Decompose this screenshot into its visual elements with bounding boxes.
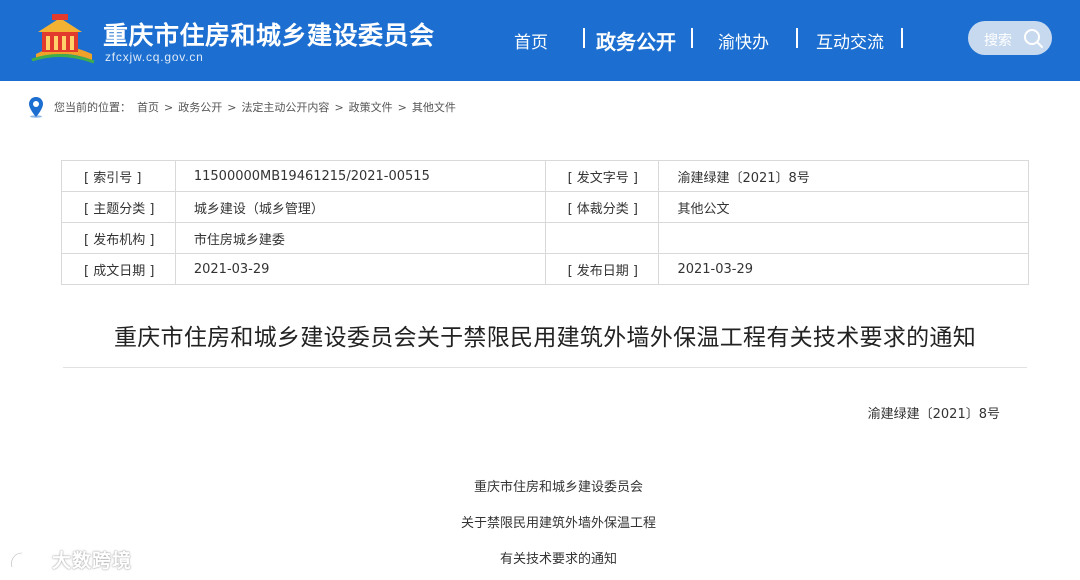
breadcrumb-item-other-documents[interactable]: 其他文件 bbox=[412, 99, 456, 115]
search-button[interactable]: 搜索 bbox=[968, 21, 1052, 55]
meta-label-index-number: [ 索引号 ] bbox=[61, 160, 176, 192]
table-row: [ 索引号 ] 11500000MB19461215/2021-00515 [ … bbox=[61, 160, 1029, 192]
meta-value-empty bbox=[658, 222, 1029, 254]
meta-label-genre: [ 体裁分类 ] bbox=[544, 191, 660, 223]
document-number: 渝建绿建〔2021〕8号 bbox=[867, 407, 1000, 422]
nav-separator bbox=[796, 28, 798, 48]
nav-separator bbox=[583, 28, 585, 48]
body-line: 关于禁限民用建筑外墙外保温工程 bbox=[460, 516, 656, 531]
meta-value-topic: 城乡建设（城乡管理） bbox=[174, 191, 546, 223]
article-title: 重庆市住房和城乡建设委员会关于禁限民用建筑外墙外保温工程有关技术要求的通知 bbox=[113, 325, 977, 351]
breadcrumb-separator: > bbox=[397, 100, 407, 114]
location-pin-icon bbox=[29, 97, 43, 118]
meta-label-document-number: [ 发文字号 ] bbox=[544, 160, 660, 192]
meta-value-document-number: 渝建绿建〔2021〕8号 bbox=[658, 160, 1029, 192]
meta-value-index-number: 11500000MB19461215/2021-00515 bbox=[174, 160, 546, 192]
breadcrumb-item-government-affairs[interactable]: 政务公开 bbox=[178, 99, 222, 115]
breadcrumb-separator: > bbox=[227, 100, 237, 114]
breadcrumb-item-policy-documents[interactable]: 政策文件 bbox=[349, 99, 393, 115]
meta-value-publisher: 市住房城乡建委 bbox=[174, 222, 546, 254]
meta-value-publish-date: 2021-03-29 bbox=[658, 253, 1029, 285]
table-row: [ 主题分类 ] 城乡建设（城乡管理） [ 体裁分类 ] 其他公文 bbox=[61, 191, 1029, 223]
meta-label-written-date: [ 成文日期 ] bbox=[61, 253, 176, 285]
search-label: 搜索 bbox=[984, 33, 1012, 49]
nav-item-home[interactable]: 首页 bbox=[514, 28, 548, 53]
breadcrumb-prefix: 您当前的位置： bbox=[54, 101, 131, 114]
site-header: 重庆市住房和城乡建设委员会 zfcxjw.cq.gov.cn 首页 政务公开 渝… bbox=[0, 0, 1080, 81]
table-row: [ 发布机构 ] 市住房城乡建委 bbox=[61, 222, 1029, 254]
nav-separator bbox=[901, 28, 903, 48]
nav-separator bbox=[691, 28, 693, 48]
watermark-text: 大数跨境 bbox=[52, 550, 133, 572]
nav-item-interaction[interactable]: 互动交流 bbox=[816, 28, 884, 53]
document-metadata-table: [ 索引号 ] 11500000MB19461215/2021-00515 [ … bbox=[61, 160, 1029, 285]
search-icon bbox=[1024, 29, 1043, 48]
breadcrumb: 您当前的位置： 首页 > 政务公开 > 法定主动公开内容 > 政策文件 > 其他… bbox=[28, 96, 456, 118]
meta-label-empty bbox=[544, 222, 660, 254]
nav-item-yukuaiban[interactable]: 渝快办 bbox=[718, 28, 769, 53]
title-divider bbox=[63, 367, 1027, 368]
meta-label-publish-date: [ 发布日期 ] bbox=[544, 253, 660, 285]
breadcrumb-item-home[interactable]: 首页 bbox=[137, 99, 159, 115]
watermark: 大数跨境 bbox=[8, 546, 132, 573]
meta-value-genre: 其他公文 bbox=[658, 191, 1029, 223]
nav-item-government-affairs[interactable]: 政务公开 bbox=[596, 26, 676, 55]
meta-label-topic: [ 主题分类 ] bbox=[61, 191, 176, 223]
body-line: 重庆市住房和城乡建设委员会 bbox=[473, 480, 643, 495]
breadcrumb-item-statutory-content[interactable]: 法定主动公开内容 bbox=[241, 99, 329, 115]
speech-bubble-logo-icon bbox=[10, 550, 50, 568]
body-line: 有关技术要求的通知 bbox=[499, 552, 617, 567]
breadcrumb-separator: > bbox=[164, 100, 174, 114]
breadcrumb-separator: > bbox=[334, 100, 344, 114]
meta-value-written-date: 2021-03-29 bbox=[174, 253, 546, 285]
table-row: [ 成文日期 ] 2021-03-29 [ 发布日期 ] 2021-03-29 bbox=[61, 253, 1029, 285]
meta-label-publisher: [ 发布机构 ] bbox=[61, 222, 176, 254]
main-nav: 首页 政务公开 渝快办 互动交流 bbox=[0, 0, 1080, 81]
